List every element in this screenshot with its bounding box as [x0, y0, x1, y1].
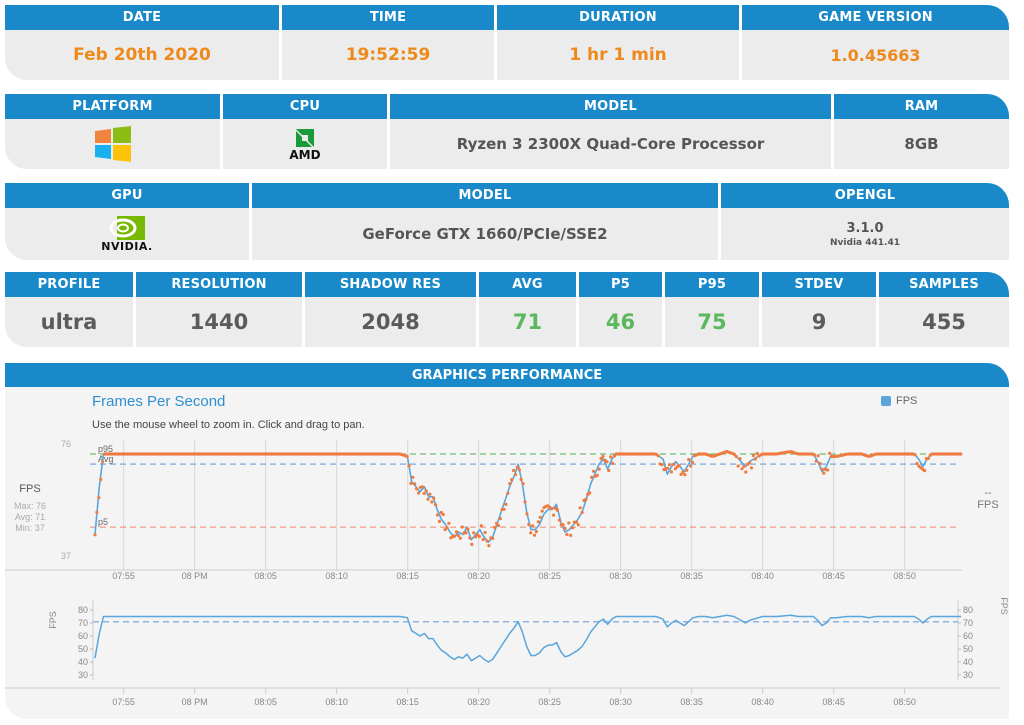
avg-value: 71	[512, 310, 543, 334]
legend-swatch	[881, 396, 891, 406]
duration-value: 1 hr 1 min	[569, 45, 667, 65]
gpu-header-row: GPU MODEL OPENGL	[5, 183, 1009, 208]
gpu-header: GPU	[5, 183, 249, 208]
gpu-model-value: GeForce GTX 1660/PCIe/SSE2	[362, 225, 608, 243]
fps-avg: Avg: 71	[14, 512, 46, 522]
platform-cell	[5, 119, 220, 169]
legend-label: FPS	[896, 395, 918, 407]
gpu-value-row: NVIDIA. GeForce GTX 1660/PCIe/SSE2 3.1.0…	[5, 208, 1009, 260]
graphics-performance-panel: GRAPHICS PERFORMANCE Frames Per Second U…	[5, 363, 1009, 719]
p95-cell: 75	[665, 297, 759, 347]
gpu-card: GPU MODEL OPENGL NVIDIA. GeForce GTX 166…	[5, 183, 1009, 260]
shadow-res-value: 2048	[361, 310, 420, 334]
cpu-brand-label: AMD	[289, 147, 321, 162]
stdev-header: STDEV	[762, 272, 876, 297]
time-cell: 19:52:59	[282, 30, 494, 80]
opengl-header: OPENGL	[721, 183, 1009, 208]
ram-cell: 8GB	[834, 119, 1009, 169]
cpu-value-row: AMD Ryzen 3 2300X Quad-Core Processor 8G…	[5, 119, 1009, 169]
profile-header: PROFILE	[5, 272, 133, 297]
gpu-model-header: MODEL	[252, 183, 718, 208]
cpu-card: PLATFORM CPU MODEL RAM AMD Ryzen 3 2300X…	[5, 94, 1009, 169]
cpu-header: CPU	[223, 94, 387, 119]
nvidia-logo-icon	[109, 215, 145, 240]
duration-header: DURATION	[497, 5, 739, 30]
shadow-res-cell: 2048	[305, 297, 476, 347]
p5-value: 46	[605, 310, 636, 334]
cpu-brand-cell: AMD	[223, 119, 387, 169]
date-header: DATE	[5, 5, 279, 30]
stats-value-row: ultra 1440 2048 71 46 75 9 455	[5, 297, 1009, 347]
session-value-row: Feb 20th 2020 19:52:59 1 hr 1 min 1.0.45…	[5, 30, 1009, 80]
ram-value: 8GB	[904, 135, 939, 153]
avg-cell: 71	[479, 297, 576, 347]
samples-value: 455	[922, 310, 966, 334]
resolution-value: 1440	[189, 310, 249, 334]
cpu-model-value: Ryzen 3 2300X Quad-Core Processor	[456, 135, 765, 153]
date-value: Feb 20th 2020	[73, 45, 211, 65]
duration-cell: 1 hr 1 min	[497, 30, 739, 80]
chart-hint: Use the mouse wheel to zoom in. Click an…	[92, 419, 365, 431]
graphics-performance-title: GRAPHICS PERFORMANCE	[5, 363, 1009, 387]
opengl-version-value: 3.1.0	[846, 220, 884, 236]
fps-hover-label: FPS	[977, 499, 999, 511]
platform-header: PLATFORM	[5, 94, 220, 119]
gpu-brand-cell: NVIDIA.	[5, 208, 249, 260]
stdev-cell: 9	[762, 297, 876, 347]
chart-container: Frames Per Second Use the mouse wheel to…	[5, 387, 1009, 719]
resolution-cell: 1440	[136, 297, 302, 347]
stats-card: PROFILE RESOLUTION SHADOW RES AVG P5 P95…	[5, 272, 1009, 347]
p5-cell: 46	[579, 297, 662, 347]
fps-max: Max: 76	[13, 501, 46, 511]
gpu-brand-label: NVIDIA.	[101, 239, 153, 253]
session-header-row: DATE TIME DURATION GAME VERSION	[5, 5, 1009, 30]
driver-version-value: Nvidia 441.41	[830, 237, 900, 248]
session-card: DATE TIME DURATION GAME VERSION Feb 20th…	[5, 5, 1009, 80]
game-version-cell: 1.0.45663	[742, 30, 1009, 80]
p95-header: P95	[665, 272, 759, 297]
fps-hover-value: --	[984, 487, 992, 499]
fps-side-summary: FPS Max: 76 Avg: 71 Min: 37	[5, 483, 55, 534]
time-value: 19:52:59	[345, 45, 431, 65]
cpu-header-row: PLATFORM CPU MODEL RAM	[5, 94, 1009, 119]
stdev-value: 9	[811, 310, 827, 334]
resolution-header: RESOLUTION	[136, 272, 302, 297]
stats-header-row: PROFILE RESOLUTION SHADOW RES AVG P5 P95…	[5, 272, 1009, 297]
fps-side-label: FPS	[19, 483, 41, 495]
game-version-value: 1.0.45663	[830, 45, 921, 65]
fps-min: Min: 37	[15, 523, 45, 533]
date-cell: Feb 20th 2020	[5, 30, 279, 80]
chart-title: Frames Per Second	[92, 393, 226, 410]
avg-header: AVG	[479, 272, 576, 297]
p95-value: 75	[697, 310, 727, 334]
opengl-cell: 3.1.0 Nvidia 441.41	[721, 208, 1009, 260]
profile-cell: ultra	[5, 297, 133, 347]
ram-header: RAM	[834, 94, 1009, 119]
amd-logo-icon	[296, 128, 314, 147]
windows-logo-icon	[94, 126, 131, 162]
shadow-res-header: SHADOW RES	[305, 272, 476, 297]
cpu-model-cell: Ryzen 3 2300X Quad-Core Processor	[390, 119, 831, 169]
samples-cell: 455	[879, 297, 1009, 347]
profile-value: ultra	[40, 310, 98, 334]
game-version-header: GAME VERSION	[742, 5, 1009, 30]
fps-hover-readout: -- FPS	[973, 487, 1003, 511]
cpu-model-header: MODEL	[390, 94, 831, 119]
samples-header: SAMPLES	[879, 272, 1009, 297]
gpu-model-cell: GeForce GTX 1660/PCIe/SSE2	[252, 208, 718, 260]
legend-item-fps[interactable]: FPS	[881, 395, 917, 407]
time-header: TIME	[282, 5, 494, 30]
p5-header: P5	[579, 272, 662, 297]
